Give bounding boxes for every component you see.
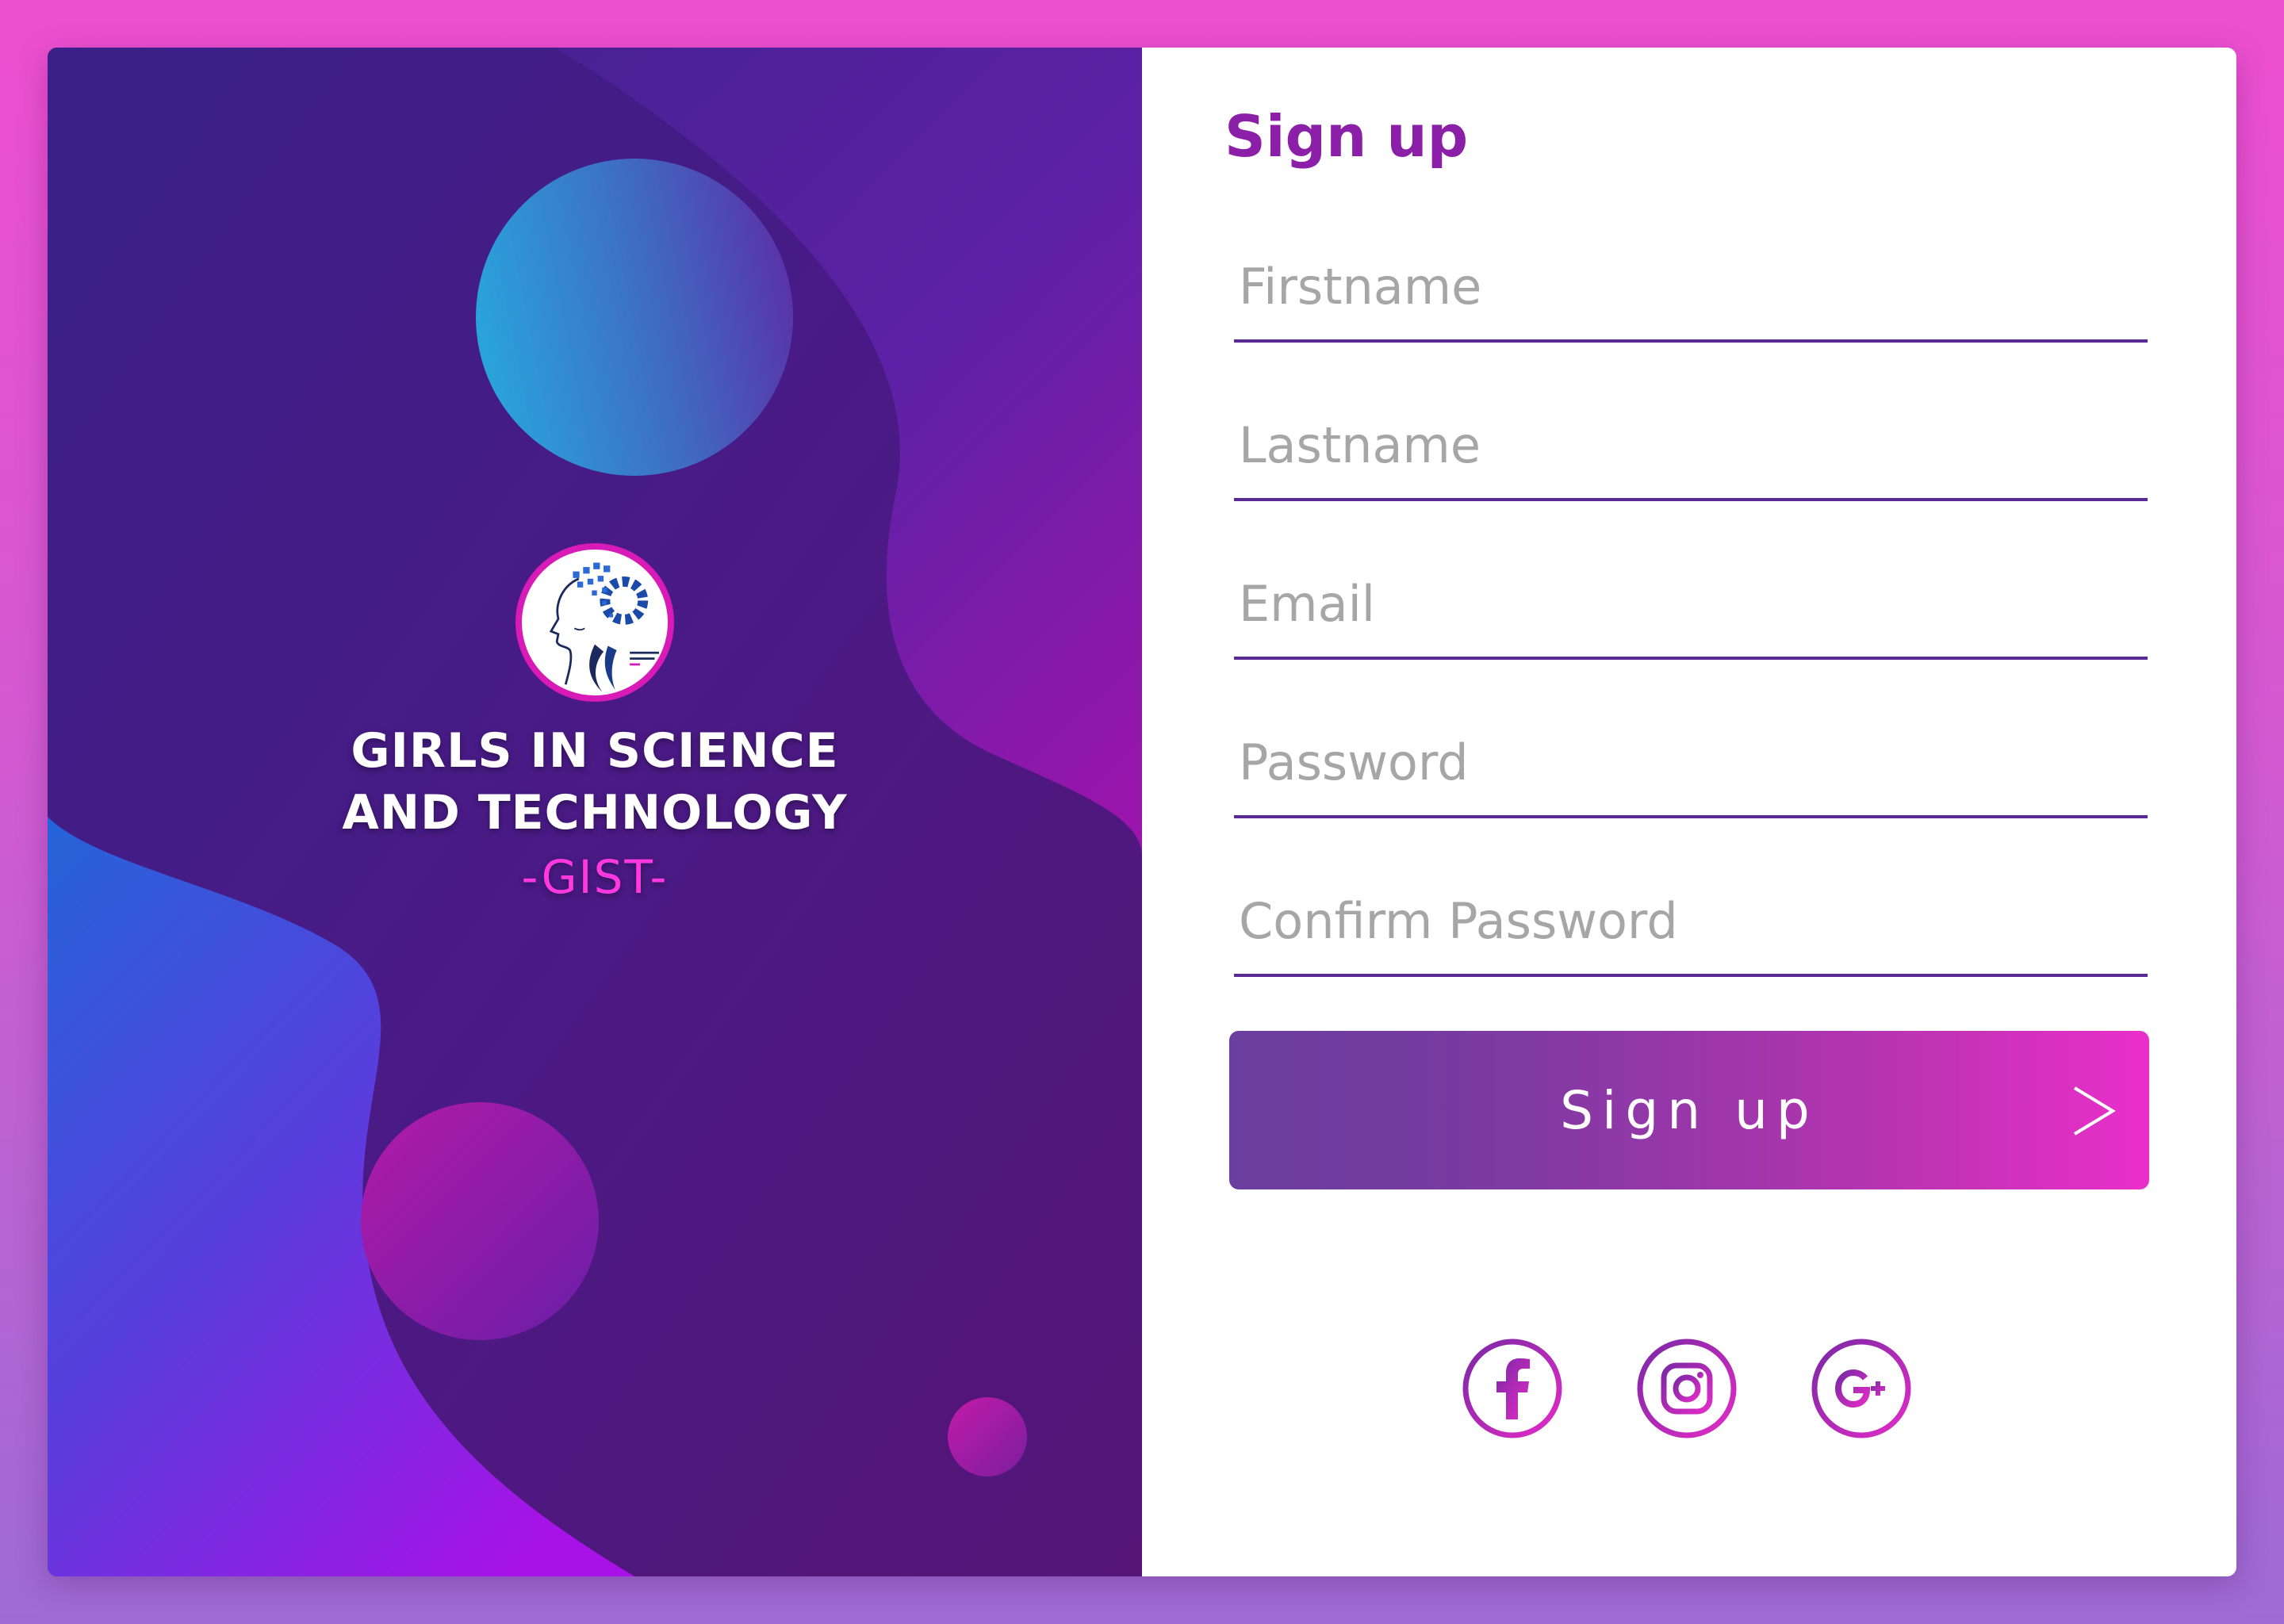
lastname-input[interactable] bbox=[1239, 416, 2143, 474]
email-field bbox=[1234, 538, 2148, 660]
brand-acronym: -GIST- bbox=[521, 850, 669, 904]
confirm-password-field bbox=[1234, 855, 2148, 977]
facebook-icon bbox=[1462, 1339, 1562, 1438]
instagram-icon bbox=[1637, 1339, 1737, 1438]
form-title: Sign up bbox=[1224, 103, 1469, 170]
email-input[interactable] bbox=[1239, 575, 2143, 633]
firstname-field bbox=[1234, 220, 2148, 343]
brand-title-line-2: AND TECHNOLOGY bbox=[342, 785, 848, 841]
lastname-field bbox=[1234, 379, 2148, 501]
password-input[interactable] bbox=[1239, 733, 2143, 791]
chevron-right-icon bbox=[2073, 1086, 2116, 1136]
brand-title-line-1: GIRLS IN SCIENCE bbox=[351, 723, 839, 779]
woman-profile-icon bbox=[549, 562, 659, 692]
google-plus-button[interactable] bbox=[1810, 1337, 1913, 1440]
brand-panel: GIRLS IN SCIENCE AND TECHNOLOGY -GIST- bbox=[48, 48, 1142, 1576]
gist-logo bbox=[515, 543, 674, 702]
signup-panel: Sign up Sign up bbox=[1142, 48, 2236, 1576]
signup-button[interactable]: Sign up bbox=[1229, 1031, 2149, 1189]
password-field bbox=[1234, 696, 2148, 818]
instagram-button[interactable] bbox=[1635, 1337, 1738, 1440]
signup-button-label: Sign up bbox=[1560, 1080, 1818, 1141]
signup-card: GIRLS IN SCIENCE AND TECHNOLOGY -GIST- S… bbox=[48, 48, 2236, 1576]
confirm-password-input[interactable] bbox=[1239, 892, 2143, 950]
facebook-button[interactable] bbox=[1461, 1337, 1564, 1440]
firstname-input[interactable] bbox=[1239, 258, 2143, 316]
google-plus-icon bbox=[1811, 1339, 1911, 1438]
